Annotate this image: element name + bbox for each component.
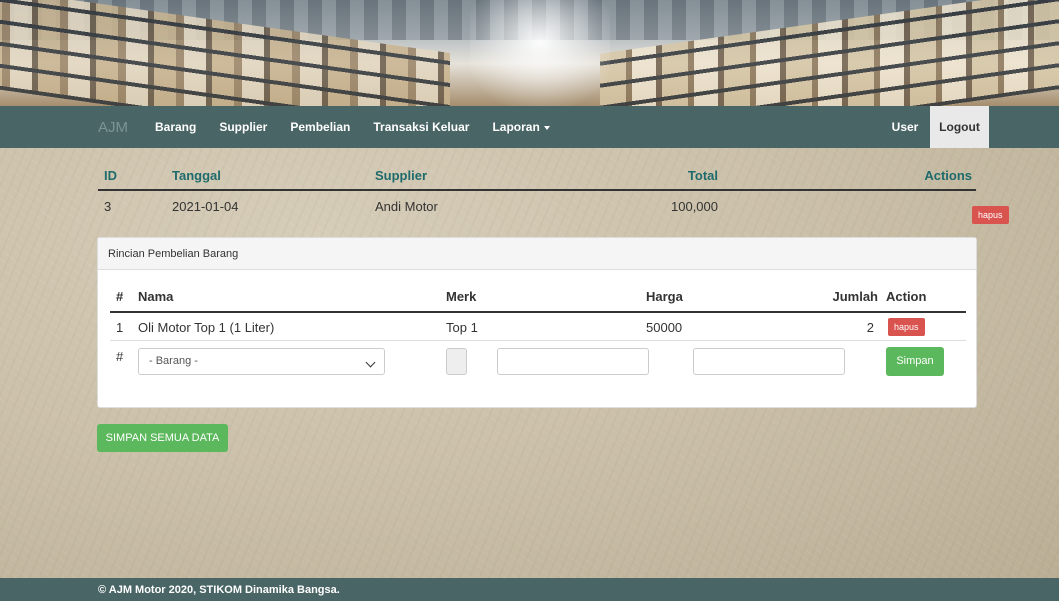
col-harga: Harga [646,289,683,304]
cell-merk: Top 1 [446,320,478,335]
purchase-table-header: ID Tanggal Supplier Total Actions [98,158,976,191]
delete-button[interactable]: hapus [972,206,1009,224]
col-action: Action [886,289,927,304]
navbar: AJM Barang Supplier Pembelian Transaksi … [0,106,1059,148]
purchase-table: ID Tanggal Supplier Total Actions 3 2021… [98,158,1009,224]
col-id: ID [104,168,117,183]
nav-transaksi-keluar[interactable]: Transaksi Keluar [373,120,469,134]
col-tanggal: Tanggal [172,168,221,183]
header-banner-image [0,0,1059,106]
nav-laporan-label: Laporan [492,120,540,134]
save-all-button[interactable]: SIMPAN SEMUA DATA [97,424,228,452]
cell-harga: 50000 [646,320,683,335]
col-jumlah: Jumlah [832,289,878,304]
barang-select[interactable]: - Barang - [138,348,385,375]
form-row-marker: # [116,349,124,364]
nav-links: AJM Barang Supplier Pembelian Transaksi … [98,106,573,148]
barang-select-value: - Barang - [149,355,198,367]
cell-no: 1 [116,320,124,335]
col-merk: Merk [446,289,477,304]
col-actions: Actions [924,168,972,183]
detail-panel: Rincian Pembelian Barang # Nama Merk Har… [97,237,977,408]
logout-button[interactable]: Logout [930,106,989,148]
harga-field[interactable] [497,348,649,375]
add-item-form: # - Barang - Simpan [110,342,966,382]
cell-nama: Oli Motor Top 1 (1 Liter) [138,320,275,335]
table-row: 1 Oli Motor Top 1 (1 Liter) Top 1 50000 … [110,314,966,341]
col-supplier: Supplier [375,168,428,183]
nav-supplier[interactable]: Supplier [219,120,267,134]
cell-jumlah: 2 [866,320,874,335]
nav-pembelian[interactable]: Pembelian [290,120,350,134]
footer-text: © AJM Motor 2020, STIKOM Dinamika Bangsa… [98,584,340,596]
simpan-button[interactable]: Simpan [886,347,944,376]
cell-tanggal: 2021-01-04 [172,199,239,214]
detail-table-header: # Nama Merk Harga Jumlah Action [110,283,966,313]
nav-right: User Logout [880,106,989,148]
merk-field [446,348,467,375]
cell-total: 100,000 [671,199,718,214]
nav-user[interactable]: User [880,120,930,134]
cell-id: 3 [104,199,112,214]
delete-item-button[interactable]: hapus [888,318,925,336]
nav-laporan-dropdown[interactable]: Laporan [492,120,550,134]
footer: © AJM Motor 2020, STIKOM Dinamika Bangsa… [0,578,1059,601]
col-no: # [116,289,124,304]
chevron-down-icon [365,357,376,368]
brand-logo[interactable]: AJM [98,119,128,136]
cell-supplier: Andi Motor [375,199,438,214]
col-total: Total [687,168,718,183]
nav-barang[interactable]: Barang [155,120,196,134]
banner-light [470,0,610,106]
jumlah-field[interactable] [693,348,845,375]
panel-heading: Rincian Pembelian Barang [98,238,976,270]
col-nama: Nama [138,289,174,304]
caret-down-icon [543,125,550,130]
table-row: 3 2021-01-04 Andi Motor 100,000 ubah hap… [98,191,1009,224]
